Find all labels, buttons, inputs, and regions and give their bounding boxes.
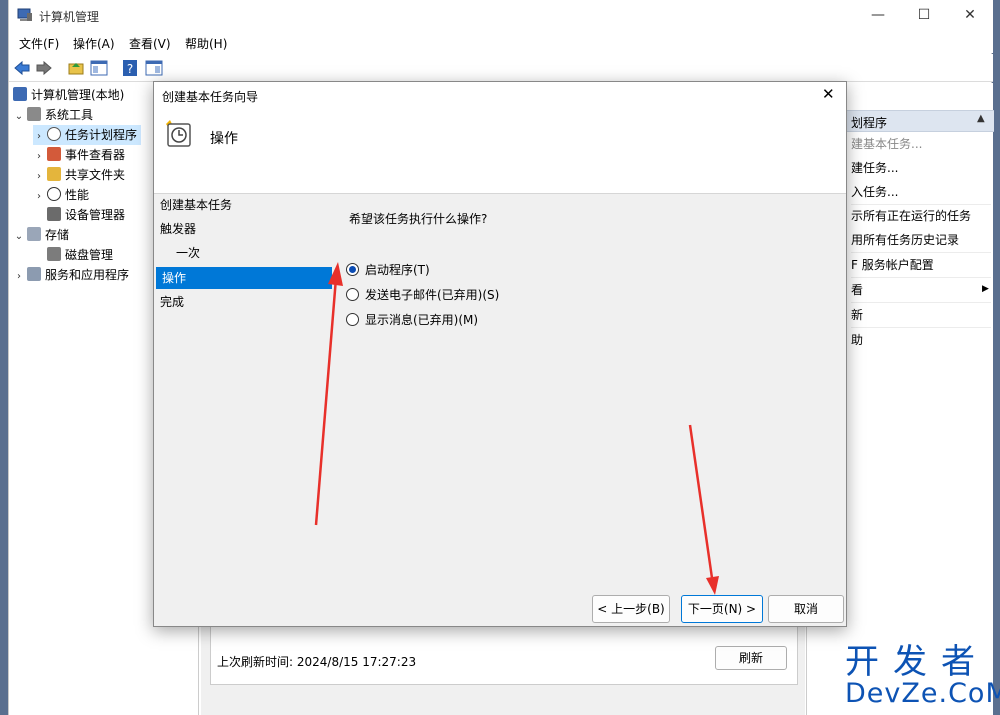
- arrowhead-up-icon: [328, 262, 343, 286]
- arrowhead-down-icon: [706, 576, 719, 595]
- watermark-line-2: DevZe.CoM: [845, 678, 1000, 709]
- arrow-to-start-program: [314, 277, 338, 526]
- watermark: 开发者 DevZe.CoM: [845, 645, 1000, 711]
- watermark-line-1: 开发者: [845, 642, 989, 682]
- annotation-arrows: [314, 262, 719, 595]
- arrow-to-next-button: [688, 424, 715, 586]
